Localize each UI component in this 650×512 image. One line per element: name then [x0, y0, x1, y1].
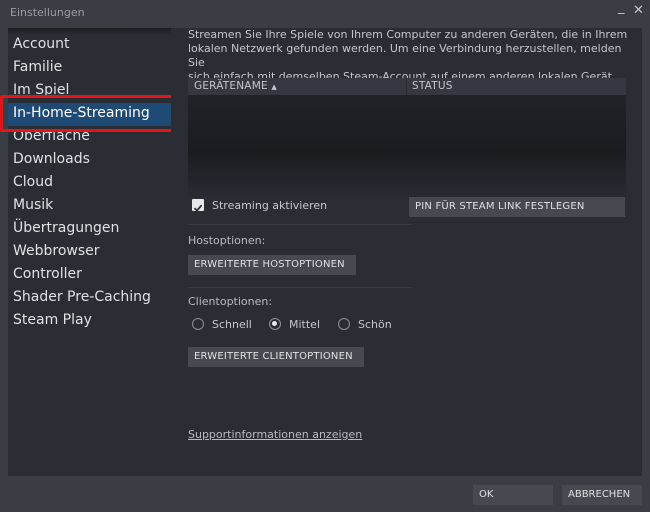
- ok-button[interactable]: OK: [473, 485, 553, 505]
- sidebar-item-account[interactable]: Account: [8, 34, 171, 57]
- sort-ascending-icon: ▲: [271, 83, 277, 91]
- sidebar-item-controller[interactable]: Controller: [8, 264, 171, 287]
- host-options-label: Hostoptionen:: [188, 234, 266, 247]
- sidebar-item-label: Cloud: [13, 174, 53, 190]
- radio-schnell-label: Schnell: [212, 318, 252, 331]
- sidebar-item-label: Musik: [13, 197, 54, 213]
- section-divider: [188, 287, 412, 288]
- section-divider: [188, 224, 412, 225]
- device-list-header: GERÄTENAME ▲ STATUS: [188, 78, 626, 95]
- radio-schoen-label: Schön: [358, 318, 392, 331]
- advanced-client-options-button[interactable]: ERWEITERTE CLIENTOPTIONEN: [188, 347, 364, 367]
- sidebar-item-webbrowser[interactable]: Webbrowser: [8, 241, 171, 264]
- streaming-enable-checkbox[interactable]: [192, 199, 204, 212]
- column-header-label: GERÄTENAME: [194, 80, 268, 92]
- sidebar-item-steam-play[interactable]: Steam Play: [8, 310, 171, 333]
- sidebar-item-label: Webbrowser: [13, 243, 100, 259]
- window-title: Einstellungen: [10, 6, 85, 19]
- radio-schnell[interactable]: [192, 318, 204, 330]
- sidebar-item-familie[interactable]: Familie: [8, 57, 171, 80]
- column-header-devicename[interactable]: GERÄTENAME ▲: [194, 80, 277, 92]
- cancel-button[interactable]: ABBRECHEN: [562, 485, 642, 505]
- column-header-status[interactable]: STATUS: [412, 80, 453, 92]
- sidebar-item-downloads[interactable]: Downloads: [8, 149, 171, 172]
- sidebar-item-uebertragungen[interactable]: Übertragungen: [8, 218, 171, 241]
- streaming-enable-label: Streaming aktivieren: [212, 199, 328, 212]
- sidebar-item-label: Downloads: [13, 151, 90, 167]
- title-bar: Einstellungen _ ✕: [0, 0, 650, 26]
- sidebar-item-cloud[interactable]: Cloud: [8, 172, 171, 195]
- close-icon[interactable]: ✕: [633, 3, 644, 18]
- radio-mittel[interactable]: [269, 318, 281, 330]
- advanced-host-options-button[interactable]: ERWEITERTE HOSTOPTIONEN: [188, 255, 356, 275]
- sidebar-item-musik[interactable]: Musik: [8, 195, 171, 218]
- checkmark-icon: [193, 204, 203, 212]
- sidebar-item-label: Steam Play: [13, 312, 92, 328]
- sidebar-item-label: Controller: [13, 266, 82, 282]
- radio-mittel-label: Mittel: [289, 318, 320, 331]
- set-steam-link-pin-button[interactable]: PIN FÜR STEAM LINK FESTLEGEN: [409, 197, 625, 217]
- column-separator: [406, 78, 407, 95]
- description-line: lokalen Netzwerk gefunden werden. Um ein…: [188, 42, 622, 69]
- sidebar-item-label: Account: [13, 36, 70, 52]
- radio-schoen[interactable]: [338, 318, 350, 330]
- client-options-label: Clientoptionen:: [188, 295, 273, 308]
- support-info-link[interactable]: Supportinformationen anzeigen: [188, 428, 362, 441]
- sidebar-item-shader-pre-caching[interactable]: Shader Pre-Caching: [8, 287, 171, 310]
- sidebar-item-label: Shader Pre-Caching: [13, 289, 151, 305]
- device-list[interactable]: GERÄTENAME ▲ STATUS: [188, 78, 626, 202]
- description-line: Streamen Sie Ihre Spiele von Ihrem Compu…: [188, 28, 628, 41]
- sidebar-item-label: Familie: [13, 59, 63, 75]
- sidebar-item-label: Übertragungen: [13, 220, 120, 236]
- selection-highlight-frame: [0, 95, 186, 132]
- minimize-icon[interactable]: _: [618, 0, 625, 15]
